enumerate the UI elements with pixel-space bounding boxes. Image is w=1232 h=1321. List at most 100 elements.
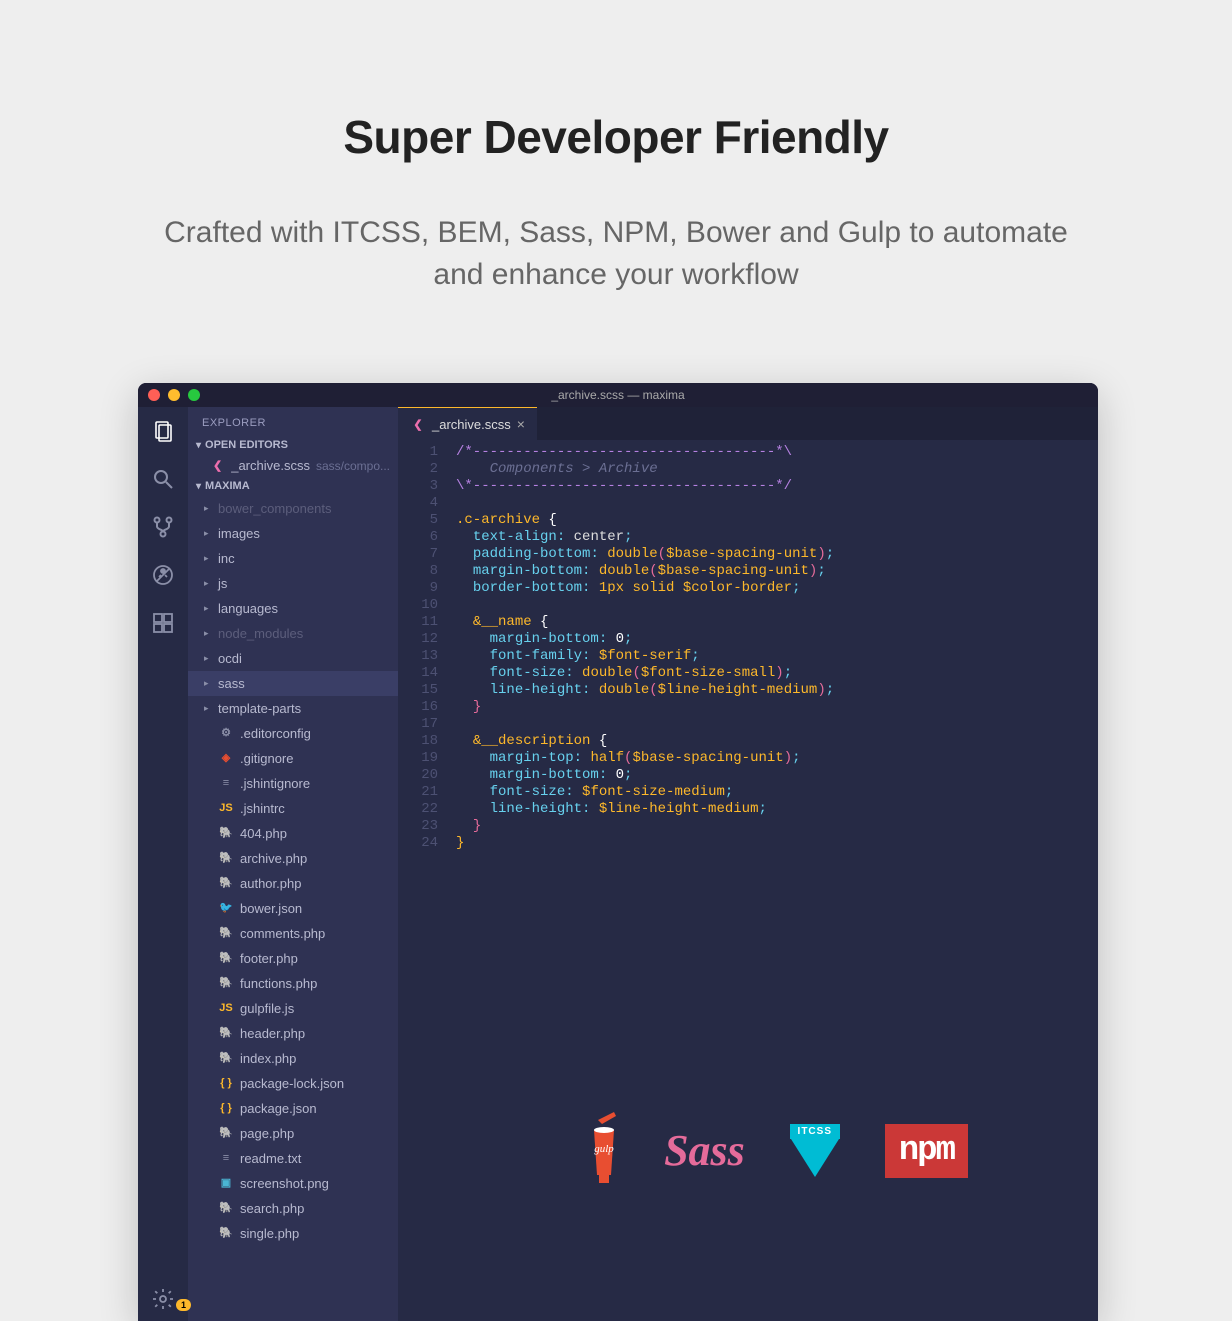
minimize-window-icon[interactable] <box>168 389 180 401</box>
file-item[interactable]: JS.jshintrc <box>188 796 398 821</box>
tab-label: _archive.scss <box>432 417 511 432</box>
file-item[interactable]: 🐦 bower.json <box>188 896 398 921</box>
folder-item[interactable]: js <box>188 571 398 596</box>
folder-label: bower_components <box>218 498 331 519</box>
file-item[interactable]: 🐘search.php <box>188 1196 398 1221</box>
settings-badge: 1 <box>176 1299 191 1311</box>
settings-gear-icon[interactable]: 1 <box>151 1287 175 1311</box>
code-line: \*------------------------------------*/ <box>456 478 1098 495</box>
file-label: gulpfile.js <box>240 998 294 1019</box>
file-item[interactable]: 🐘page.php <box>188 1121 398 1146</box>
php-file-icon: 🐘 <box>218 1023 234 1044</box>
sidebar-title: EXPLORER <box>188 407 398 435</box>
code-line: line-height: double($line-height-medium)… <box>456 682 1098 699</box>
search-icon[interactable] <box>151 467 175 491</box>
extensions-icon[interactable] <box>151 611 175 635</box>
folder-item[interactable]: sass <box>188 671 398 696</box>
file-list: bower_componentsimagesincjslanguagesnode… <box>188 496 398 1321</box>
close-tab-icon[interactable]: × <box>517 416 525 432</box>
php-file-icon: 🐘 <box>218 948 234 969</box>
file-item[interactable]: ≡.jshintignore <box>188 771 398 796</box>
php-file-icon: 🐘 <box>218 873 234 894</box>
folder-item[interactable]: template-parts <box>188 696 398 721</box>
file-label: 404.php <box>240 823 287 844</box>
file-item[interactable]: ▣screenshot.png <box>188 1171 398 1196</box>
file-label: header.php <box>240 1023 305 1044</box>
code-line: margin-bottom: double($base-spacing-unit… <box>456 563 1098 580</box>
code-line: font-family: $font-serif; <box>456 648 1098 665</box>
file-item[interactable]: { }package.json <box>188 1096 398 1121</box>
code-line: text-align: center; <box>456 529 1098 546</box>
file-item[interactable]: JSgulpfile.js <box>188 996 398 1021</box>
php-file-icon: 🐘 <box>218 1048 234 1069</box>
code-line <box>456 716 1098 733</box>
file-label: bower.json <box>240 898 302 919</box>
file-label: readme.txt <box>240 1148 301 1169</box>
project-header[interactable]: MAXIMA <box>188 476 398 496</box>
folder-item[interactable]: node_modules <box>188 621 398 646</box>
itcss-logo-icon: ITCSS <box>785 1124 845 1178</box>
window-controls <box>138 389 200 401</box>
file-label: package-lock.json <box>240 1073 344 1094</box>
tab-archive-scss[interactable]: ❮ _archive.scss × <box>398 407 537 440</box>
folder-item[interactable]: languages <box>188 596 398 621</box>
file-item[interactable]: 🐘single.php <box>188 1221 398 1246</box>
folder-label: images <box>218 523 260 544</box>
code-line: } <box>456 818 1098 835</box>
tech-logos: gulp Sass ITCSS npm <box>584 1110 968 1191</box>
source-control-icon[interactable] <box>151 515 175 539</box>
file-label: footer.php <box>240 948 298 969</box>
titlebar-text: _archive.scss — maxima <box>551 388 684 402</box>
folder-item[interactable]: inc <box>188 546 398 571</box>
activity-bar: 1 <box>138 407 188 1321</box>
close-window-icon[interactable] <box>148 389 160 401</box>
file-label: archive.php <box>240 848 307 869</box>
npm-logo-icon: npm <box>885 1124 968 1178</box>
code-line: .c-archive { <box>456 512 1098 529</box>
file-item[interactable]: 🐘 comments.php <box>188 921 398 946</box>
file-item[interactable]: 🐘author.php <box>188 871 398 896</box>
sidebar: EXPLORER OPEN EDITORS ❮ _archive.scss sa… <box>188 407 398 1321</box>
tabs: ❮ _archive.scss × <box>398 407 1098 440</box>
open-editors-header[interactable]: OPEN EDITORS <box>188 435 398 455</box>
file-item[interactable]: ◈.gitignore <box>188 746 398 771</box>
file-label: .editorconfig <box>240 723 311 744</box>
code-line: margin-bottom: 0; <box>456 767 1098 784</box>
file-label: .gitignore <box>240 748 293 769</box>
file-item[interactable]: 🐘index.php <box>188 1046 398 1071</box>
file-item[interactable]: ≡ readme.txt <box>188 1146 398 1171</box>
php-file-icon: 🐘 <box>218 923 234 944</box>
explorer-icon[interactable] <box>151 419 175 443</box>
file-item[interactable]: 🐘functions.php <box>188 971 398 996</box>
folder-item[interactable]: ocdi <box>188 646 398 671</box>
folder-item[interactable]: bower_components <box>188 496 398 521</box>
file-item[interactable]: { } package-lock.json <box>188 1071 398 1096</box>
folder-item[interactable]: images <box>188 521 398 546</box>
code-editor-window: _archive.scss — maxima 1 <box>138 383 1098 1321</box>
gulp-logo-icon: gulp <box>584 1110 624 1191</box>
sass-file-icon: ❮ <box>210 459 225 472</box>
code-line: /*------------------------------------*\ <box>456 444 1098 461</box>
file-label: .jshintignore <box>240 773 310 794</box>
debug-icon[interactable] <box>151 563 175 587</box>
svg-text:gulp: gulp <box>594 1143 614 1155</box>
json-file-icon: { } <box>218 1073 234 1094</box>
code-line: Components > Archive <box>456 461 1098 478</box>
code-line: } <box>456 699 1098 716</box>
open-editor-item[interactable]: ❮ _archive.scss sass/compo... <box>188 455 398 476</box>
file-label: comments.php <box>240 923 325 944</box>
txt-file-icon: ≡ <box>218 1148 234 1169</box>
file-item[interactable]: 🐘 footer.php <box>188 946 398 971</box>
folder-label: ocdi <box>218 648 242 669</box>
code-line <box>456 495 1098 512</box>
file-label: .jshintrc <box>240 798 285 819</box>
php-file-icon: 🐘 <box>218 1123 234 1144</box>
file-item[interactable]: ⚙.editorconfig <box>188 721 398 746</box>
php-file-icon: 🐘 <box>218 973 234 994</box>
bower-file-icon: 🐦 <box>218 898 234 919</box>
file-item[interactable]: 🐘404.php <box>188 821 398 846</box>
file-item[interactable]: 🐘archive.php <box>188 846 398 871</box>
file-item[interactable]: 🐘 header.php <box>188 1021 398 1046</box>
php-file-icon: 🐘 <box>218 1223 234 1244</box>
maximize-window-icon[interactable] <box>188 389 200 401</box>
